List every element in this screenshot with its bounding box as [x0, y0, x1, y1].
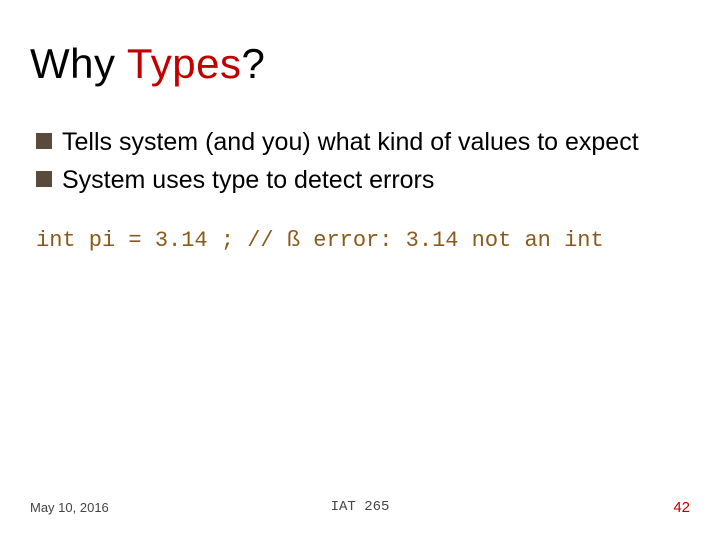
- slide-footer: May 10, 2016 IAT 265 42: [30, 499, 690, 516]
- title-part2: ?: [241, 40, 265, 87]
- title-accent: Types: [127, 40, 242, 87]
- title-part1: Why: [30, 40, 127, 87]
- square-bullet-icon: [36, 133, 52, 149]
- square-bullet-icon: [36, 171, 52, 187]
- bullet-text: Tells system (and you) what kind of valu…: [62, 126, 639, 160]
- code-example: int pi = 3.14 ; // ß error: 3.14 not an …: [36, 228, 690, 253]
- list-item: Tells system (and you) what kind of valu…: [36, 126, 690, 160]
- footer-course: IAT 265: [331, 499, 390, 515]
- footer-date: May 10, 2016: [30, 500, 109, 515]
- bullet-list: Tells system (and you) what kind of valu…: [36, 126, 690, 198]
- bullet-text: System uses type to detect errors: [62, 164, 434, 198]
- footer-page-number: 42: [673, 499, 690, 516]
- slide-title: Why Types?: [30, 40, 690, 88]
- list-item: System uses type to detect errors: [36, 164, 690, 198]
